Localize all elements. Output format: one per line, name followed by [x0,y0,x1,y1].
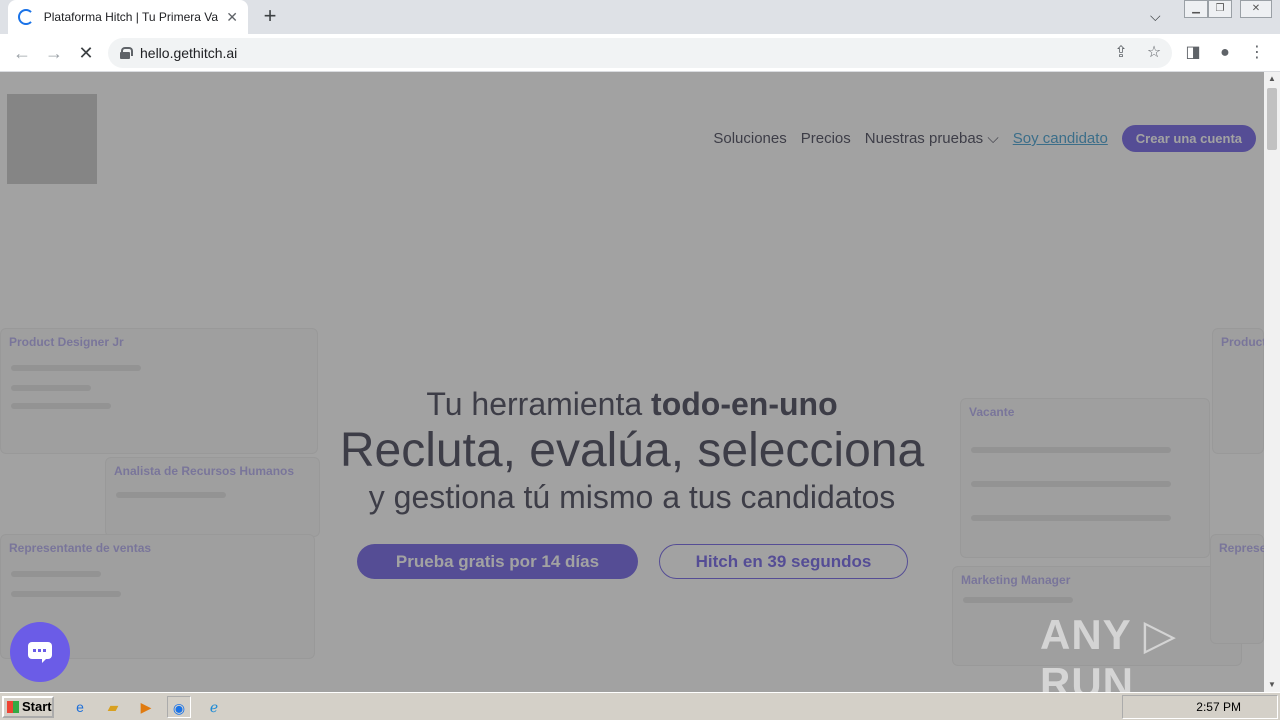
url-text: hello.gethitch.ai [140,45,238,61]
start-button[interactable]: Start [2,696,54,718]
restore-button[interactable]: ❐ [1208,0,1232,18]
clock[interactable]: 2:57 PM [1196,700,1241,714]
menu-kebab-icon[interactable]: ⋮ [1246,42,1268,64]
close-window-button[interactable]: ✕ [1240,0,1272,18]
scroll-up-icon[interactable]: ▲ [1264,72,1280,86]
windows-flag-icon [7,701,19,713]
tab-title: Plataforma Hitch | Tu Primera Vacante [43,10,219,24]
new-tab-button[interactable]: + [258,4,282,28]
lock-icon[interactable] [120,47,133,59]
loading-overlay [0,72,1264,692]
folder-icon[interactable]: ▰ [101,696,125,718]
chat-widget-button[interactable] [10,622,70,682]
stop-loading-icon[interactable]: ✕ [74,42,98,64]
address-bar[interactable]: hello.gethitch.ai [108,38,1172,68]
scroll-down-icon[interactable]: ▼ [1264,678,1280,692]
browser-toolbar: ← → ✕ hello.gethitch.ai ⇪ ☆ ◨ ● ⋮ [0,34,1280,72]
ie-icon[interactable]: e [68,696,92,718]
anyrun-watermark: ANY ▷ RUN [1040,611,1177,692]
chrome-icon[interactable]: ◉ [167,696,191,718]
system-tray: 2:57 PM [1122,695,1278,719]
loading-spinner-icon [18,9,34,25]
back-icon[interactable]: ← [10,42,34,64]
chat-dots-icon [33,649,47,652]
tab-active[interactable]: Plataforma Hitch | Tu Primera Vacante ✕ [8,0,248,34]
start-label: Start [22,699,52,714]
media-player-icon[interactable]: ▶ [134,696,158,718]
minimize-button[interactable]: ▁ [1184,0,1208,18]
page-viewport: Soluciones Precios Nuestras pruebas ⌵ So… [0,72,1264,692]
bookmark-star-icon[interactable]: ☆ [1143,42,1165,64]
profile-avatar-icon[interactable]: ● [1214,42,1236,64]
close-tab-icon[interactable]: ✕ [226,9,238,26]
tab-strip: Plataforma Hitch | Tu Primera Vacante ✕ … [0,0,1280,34]
edge-icon[interactable]: ℯ [202,696,226,718]
taskbar: Start e ▰ ▶ ◉ ℯ 2:57 PM [0,692,1280,720]
side-panel-icon[interactable]: ◨ [1182,42,1204,64]
scroll-thumb[interactable] [1267,88,1277,150]
share-icon[interactable]: ⇪ [1110,42,1132,64]
forward-icon[interactable]: → [42,42,66,64]
tab-search-chevron-icon[interactable]: ⌵ [1150,8,1161,25]
vertical-scrollbar[interactable]: ▲ ▼ [1264,72,1280,692]
